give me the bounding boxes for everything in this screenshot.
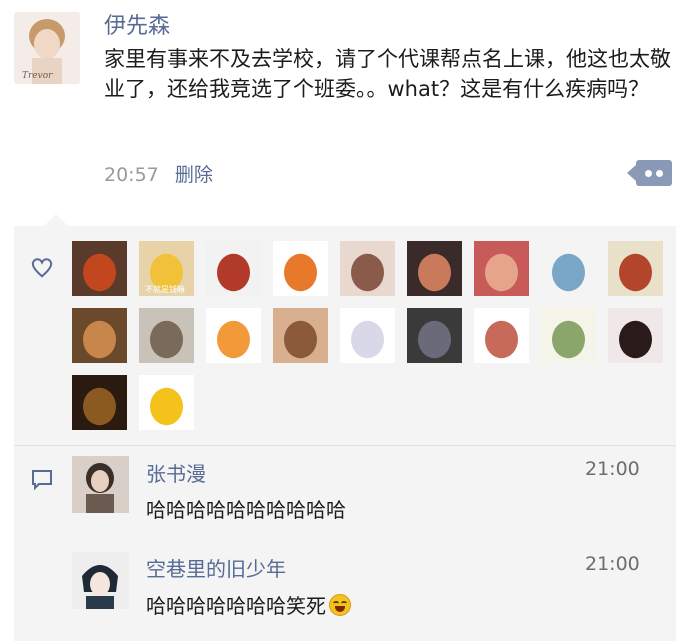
more-actions-button[interactable] bbox=[627, 160, 672, 186]
liker-avatar[interactable] bbox=[206, 241, 261, 296]
liker-avatar[interactable] bbox=[608, 308, 663, 363]
comment-text[interactable]: 哈哈哈哈哈哈哈笑死 bbox=[146, 590, 351, 619]
delete-link[interactable]: 删除 bbox=[175, 164, 213, 186]
author-avatar[interactable]: Trevor bbox=[14, 12, 80, 84]
liker-avatar[interactable] bbox=[474, 308, 529, 363]
post-text: 家里有事来不及去学校，请了个代课帮点名上课，他这也太敬业了，还给我竞选了个班委。… bbox=[104, 47, 671, 101]
liker-avatar[interactable]: 不就是钱嘛 bbox=[139, 241, 194, 296]
liker-avatar[interactable] bbox=[273, 308, 328, 363]
comment-text-content: 哈哈哈哈哈哈哈笑死 bbox=[146, 594, 326, 618]
liker-avatar[interactable] bbox=[340, 241, 395, 296]
liker-avatar[interactable] bbox=[72, 375, 127, 430]
comment-time: 21:00 bbox=[585, 458, 640, 480]
liker-avatar[interactable] bbox=[206, 308, 261, 363]
more-dot-icon bbox=[645, 170, 652, 177]
comment-time: 21:00 bbox=[585, 553, 640, 575]
liker-avatar[interactable] bbox=[407, 308, 462, 363]
more-dot-icon bbox=[656, 170, 663, 177]
liker-avatar[interactable] bbox=[273, 241, 328, 296]
liker-avatar[interactable] bbox=[139, 308, 194, 363]
comment-text[interactable]: 哈哈哈哈哈哈哈哈哈哈 bbox=[146, 494, 346, 523]
laugh-cry-emoji-icon bbox=[329, 594, 351, 616]
likes-divider bbox=[14, 445, 676, 446]
heart-outline-icon bbox=[31, 258, 53, 278]
avatar-signature: Trevor bbox=[22, 71, 53, 81]
post-meta: 20:57 删除 bbox=[104, 160, 213, 187]
panel-pointer bbox=[44, 214, 68, 226]
post-time: 20:57 bbox=[104, 164, 159, 186]
liker-avatar[interactable] bbox=[474, 241, 529, 296]
liker-avatar[interactable] bbox=[72, 308, 127, 363]
comment-avatar[interactable] bbox=[72, 456, 129, 513]
comment-icon bbox=[32, 470, 52, 491]
post-author-name[interactable]: 伊先森 bbox=[104, 8, 170, 40]
liker-avatar[interactable] bbox=[340, 308, 395, 363]
comment-avatar[interactable] bbox=[72, 552, 129, 609]
more-actions-caret bbox=[627, 165, 636, 181]
comment-author-name[interactable]: 张书漫 bbox=[146, 458, 206, 487]
liker-avatar[interactable] bbox=[407, 241, 462, 296]
liker-avatar-caption: 不就是钱嘛 bbox=[145, 284, 185, 294]
liker-avatar[interactable] bbox=[139, 375, 194, 430]
liker-avatar[interactable] bbox=[541, 241, 596, 296]
liker-avatar[interactable] bbox=[72, 241, 127, 296]
liker-avatar[interactable] bbox=[541, 308, 596, 363]
liker-avatar[interactable] bbox=[608, 241, 663, 296]
comment-author-name[interactable]: 空巷里的旧少年 bbox=[146, 553, 286, 582]
